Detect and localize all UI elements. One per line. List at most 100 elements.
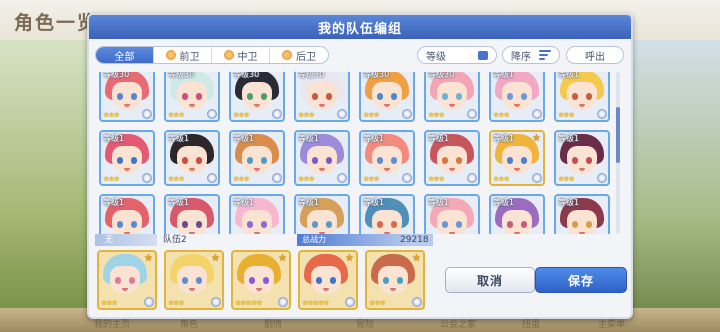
character-card[interactable]: 等级30 ★★★	[99, 72, 155, 122]
level-label: 等级1	[493, 134, 515, 143]
character-card[interactable]: 等级1★★★	[424, 130, 480, 186]
rank-icon	[272, 173, 282, 183]
eye	[521, 157, 527, 164]
character-card[interactable]: 等级1★★★	[359, 130, 415, 186]
level-label: 等级1	[428, 198, 450, 207]
rank-icon	[402, 109, 412, 119]
star-rating: ★★★	[168, 175, 185, 183]
party-member-card[interactable]: ★★★★★ ★	[298, 250, 358, 310]
character-card[interactable]: 等级1★★★	[164, 130, 220, 186]
character-card[interactable]: 等级1★★★	[359, 194, 415, 234]
dialog-title: 我的队伍编组	[89, 15, 631, 39]
eye	[326, 157, 332, 164]
character-card[interactable]: 等级1★★★	[489, 72, 545, 122]
eye	[182, 221, 188, 228]
rank-icon	[278, 297, 288, 307]
call-label: 呼出	[585, 51, 605, 63]
tab-all[interactable]: 全部	[96, 47, 154, 63]
tab-label: 前卫	[179, 51, 200, 63]
background-scenery-left	[0, 40, 90, 332]
character-card[interactable]: 等级1★★★	[99, 194, 155, 234]
scroll-thumb[interactable]	[616, 107, 620, 163]
character-card[interactable]: 等级1★★★	[554, 130, 610, 186]
party-member-card[interactable]: ★★★★★ ★	[231, 250, 291, 310]
sort-order-icon	[539, 50, 551, 60]
rank-icon	[532, 109, 542, 119]
party-member-card[interactable]: ★★★ ★	[97, 250, 157, 310]
eye	[456, 157, 462, 164]
save-button[interactable]: 保存	[535, 267, 627, 293]
rank-icon	[412, 297, 422, 307]
party-info-row: 无 队伍2 总战力 29218	[95, 234, 625, 246]
character-card[interactable]: 等级1★★★	[164, 194, 220, 234]
character-card[interactable]: 等级30 ★★★	[424, 72, 480, 122]
rank-icon	[532, 173, 542, 183]
character-card[interactable]: 等级1★★★	[424, 194, 480, 234]
character-card[interactable]: 等级30 ★★★	[294, 72, 350, 122]
eye	[391, 221, 397, 228]
rank-icon	[597, 109, 607, 119]
star-rating: ★★★	[428, 175, 445, 183]
level-label: 等级30	[298, 72, 325, 79]
eye	[196, 157, 202, 164]
background-scenery-right	[630, 40, 720, 332]
tab-middle[interactable]: 中卫	[212, 47, 270, 63]
level-label: 等级30	[103, 72, 130, 79]
sort-order-button[interactable]: 降序	[502, 46, 560, 64]
character-card[interactable]: 等级1★★★	[554, 194, 610, 234]
character-card[interactable]: 等级30 ★★★	[359, 72, 415, 122]
sort-key-icon	[478, 50, 488, 60]
eye	[117, 157, 123, 164]
call-button[interactable]: 呼出	[566, 46, 624, 64]
character-card[interactable]: 等级30 ★★★	[229, 72, 285, 122]
eye	[261, 221, 267, 228]
tab-front[interactable]: 前卫	[154, 47, 212, 63]
eye	[572, 157, 578, 164]
star-rating: ★★★	[493, 175, 510, 183]
level-label: 等级30	[363, 72, 390, 79]
character-card[interactable]: 等级1★★★	[294, 130, 350, 186]
party-member-card[interactable]: ★★★ ★	[365, 250, 425, 310]
rank-icon	[211, 297, 221, 307]
character-card[interactable]: 等级1★★★	[229, 194, 285, 234]
eye	[312, 157, 318, 164]
eye	[196, 277, 202, 284]
rank-icon	[207, 173, 217, 183]
character-grid: 等级30 ★★★ 等级30 ★★★ 等级30 ★★★ 等级30 ★★★ 等级30 ★★★ 等级30 ★…	[99, 72, 615, 234]
character-card[interactable]: 等级1★★★	[229, 130, 285, 186]
level-label: 等级30	[168, 72, 195, 79]
eye	[442, 221, 448, 228]
eye	[261, 93, 267, 100]
eye	[182, 157, 188, 164]
character-card[interactable]: 等级30 ★★★	[164, 72, 220, 122]
cancel-button[interactable]: 取消	[445, 267, 535, 293]
character-card[interactable]: 等级1★★★	[294, 194, 350, 234]
sort-by-button[interactable]: 等级	[417, 46, 497, 64]
sort-order-label: 降序	[511, 51, 531, 63]
character-card[interactable]: 等级1 ★★★ ★	[489, 130, 545, 186]
favorite-star-icon: ★	[532, 133, 541, 144]
tab-back[interactable]: 后卫	[270, 47, 328, 63]
level-label: 等级1	[168, 198, 190, 207]
position-filter-tabs: 全部 前卫 中卫 后卫	[95, 46, 329, 64]
character-card[interactable]: 等级1★★★	[554, 72, 610, 122]
favorite-star-icon: ★	[144, 253, 153, 264]
eye	[247, 93, 253, 100]
eye	[572, 221, 578, 228]
party-member-card[interactable]: ★★★ ★	[164, 250, 224, 310]
eye	[182, 277, 188, 284]
level-label: 等级1	[298, 198, 320, 207]
eye	[249, 277, 255, 284]
character-card[interactable]: 等级1★★★	[489, 194, 545, 234]
eye	[507, 157, 513, 164]
eye	[442, 93, 448, 100]
eye	[129, 277, 135, 284]
favorite-star-icon: ★	[345, 253, 354, 264]
level-label: 等级30	[428, 72, 455, 79]
eye	[117, 221, 123, 228]
level-label: 等级1	[493, 72, 515, 79]
character-card[interactable]: 等级1★★★	[99, 130, 155, 186]
grid-scrollbar[interactable]	[616, 72, 620, 234]
rank-icon	[207, 109, 217, 119]
level-label: 等级1	[558, 134, 580, 143]
